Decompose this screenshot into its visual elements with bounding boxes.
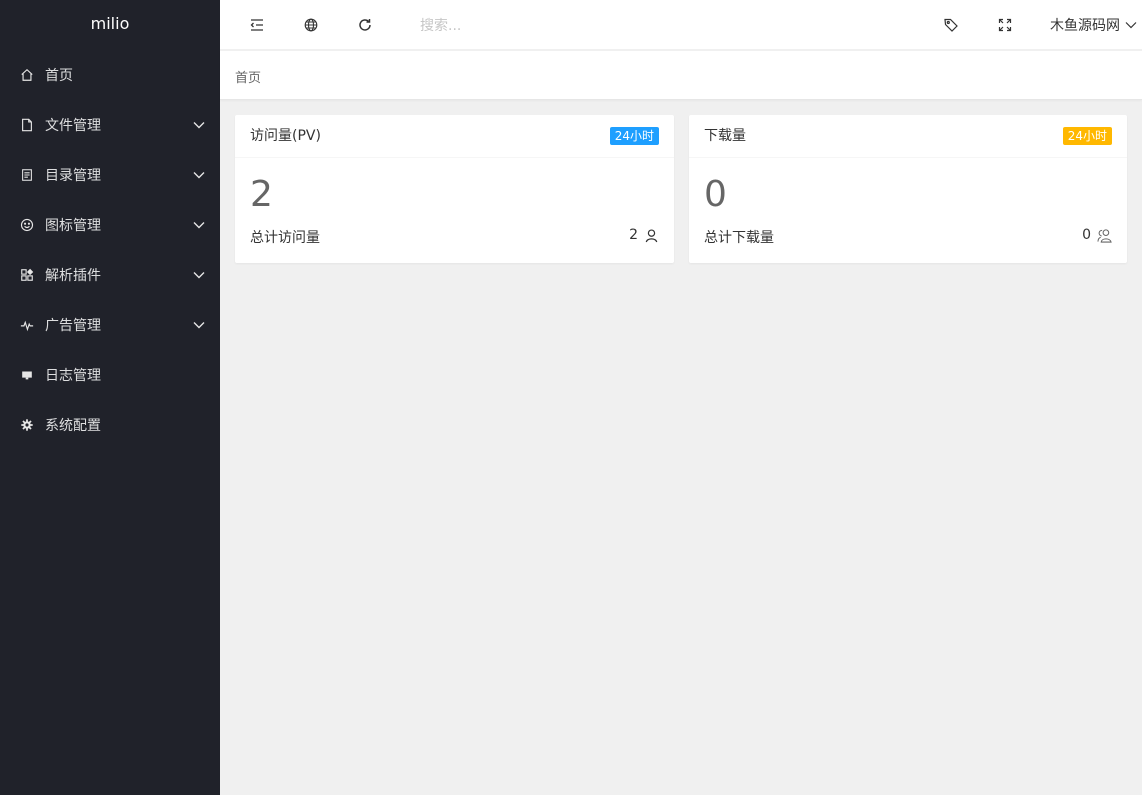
card-footer-total: 0 [1082,227,1112,243]
sidebar: milio 首页 文件管理 目录管理 图标管理 解析插件 广告管理 日志管理 系… [0,0,220,795]
download-card: 下载量 24小时 0 总计下载量 0 [689,115,1127,263]
file-icon [20,118,34,132]
sidebar-item-files[interactable]: 文件管理 [0,100,220,150]
sidebar-item-ads[interactable]: 广告管理 [0,300,220,350]
users-icon [1097,228,1112,243]
monitor-icon [20,368,34,382]
chevron-down-icon [192,218,206,232]
refresh-icon[interactable] [357,17,373,33]
sidebar-item-icons[interactable]: 图标管理 [0,200,220,250]
sidebar-item-plugins[interactable]: 解析插件 [0,250,220,300]
sidebar-item-home[interactable]: 首页 [0,50,220,100]
sidebar-item-logs[interactable]: 日志管理 [0,350,220,400]
card-footer-label: 总计下载量 [704,230,774,246]
chevron-down-icon [192,168,206,182]
home-icon [20,68,34,82]
card-title: 下载量 [704,128,746,144]
sidebar-item-label: 目录管理 [45,168,101,184]
user-menu[interactable]: 木鱼源码网 [1050,14,1138,36]
apps-icon [20,268,34,282]
status-badge: 24小时 [1062,127,1112,145]
settings-icon [20,418,34,432]
pulse-icon [20,318,34,332]
chevron-down-icon [192,318,206,332]
menu-fold-icon[interactable] [249,17,265,33]
card-value: 2 [250,174,273,215]
breadcrumb-bar: 首页 [220,51,1142,100]
sidebar-item-label: 文件管理 [45,118,101,134]
chevron-down-icon [1125,22,1137,29]
sidebar-item-label: 日志管理 [45,368,101,384]
breadcrumb[interactable]: 首页 [235,67,261,86]
card-value: 0 [704,174,727,215]
card-footer-label: 总计访问量 [250,230,320,246]
sidebar-item-settings[interactable]: 系统配置 [0,400,220,450]
fullscreen-icon[interactable] [997,17,1013,33]
chevron-down-icon [192,118,206,132]
top-header: 木鱼源码网 [220,0,1142,50]
card-header: 下载量 24小时 [689,115,1127,158]
document-icon [20,168,34,182]
card-footer-value: 2 [629,227,638,243]
status-badge: 24小时 [609,127,659,145]
card-header: 访问量(PV) 24小时 [235,115,674,158]
globe-icon[interactable] [303,17,319,33]
pv-card: 访问量(PV) 24小时 2 总计访问量 2 [235,115,674,263]
tag-icon[interactable] [943,17,959,33]
sidebar-item-label: 图标管理 [45,218,101,234]
sidebar-item-label: 首页 [45,68,73,84]
smile-icon [20,218,34,232]
card-footer-total: 2 [629,227,659,243]
card-footer-value: 0 [1082,227,1091,243]
sidebar-item-label: 解析插件 [45,268,101,284]
user-name: 木鱼源码网 [1050,18,1120,34]
search-input[interactable] [420,14,620,38]
card-title: 访问量(PV) [250,128,321,144]
sidebar-item-label: 系统配置 [45,418,101,434]
sidebar-item-label: 广告管理 [45,318,101,334]
user-icon [645,228,658,242]
app-logo[interactable]: milio [0,0,220,50]
chevron-down-icon [192,268,206,282]
sidebar-item-directories[interactable]: 目录管理 [0,150,220,200]
